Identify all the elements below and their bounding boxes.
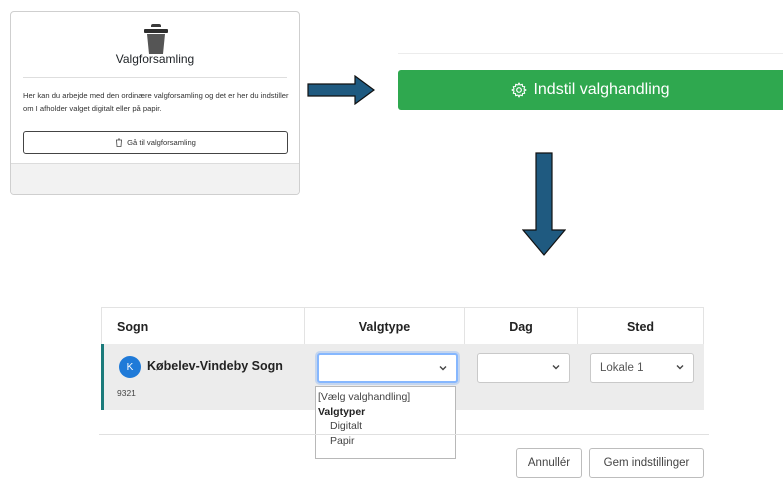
card-footer — [11, 163, 299, 194]
go-to-valgforsamling-button[interactable]: Gå til valgforsamling — [23, 131, 288, 154]
sted-select[interactable]: Lokale 1 — [590, 353, 694, 383]
indstil-valghandling-label: Indstil valghandling — [533, 81, 670, 98]
table-header: Sogn Valgtype Dag Sted — [101, 307, 704, 346]
valgforsamling-card: Valgforsamling Her kan du arbejde med de… — [10, 11, 300, 195]
column-header-valgtype: Valgtype — [305, 308, 465, 345]
go-button-label: Gå til valgforsamling — [127, 138, 196, 147]
option-placeholder[interactable]: [Vælg valghandling] — [316, 390, 455, 405]
sted-value: Lokale 1 — [600, 362, 644, 374]
cancel-button[interactable]: Annullér — [516, 448, 582, 478]
column-header-dag: Dag — [465, 308, 578, 345]
indstil-valghandling-button[interactable]: Indstil valghandling — [398, 70, 783, 110]
avatar: K — [119, 356, 141, 378]
arrow-right-icon — [307, 75, 375, 105]
valgtype-select[interactable] — [317, 353, 458, 383]
trash-icon — [144, 24, 168, 54]
parish-name: Købelev-Vindeby Sogn — [147, 359, 283, 373]
trash-icon — [116, 138, 123, 147]
chevron-down-icon — [552, 365, 560, 370]
footer-divider — [99, 434, 709, 435]
column-header-sted: Sted — [578, 308, 704, 345]
card-divider — [23, 77, 287, 78]
save-settings-button[interactable]: Gem indstillinger — [589, 448, 704, 478]
top-divider — [398, 53, 783, 54]
column-header-sogn: Sogn — [101, 308, 305, 345]
parish-number: 9321 — [117, 388, 136, 398]
option-group-valgtyper: Valgtyper — [318, 405, 366, 418]
chevron-down-icon — [439, 366, 447, 371]
option-digitalt[interactable]: Digitalt — [316, 419, 455, 434]
card-description: Her kan du arbejde med den ordinære valg… — [23, 91, 289, 113]
arrow-down-icon — [522, 152, 566, 256]
card-title: Valgforsamling — [115, 52, 195, 66]
option-papir[interactable]: Papir — [316, 434, 455, 449]
dag-select[interactable] — [477, 353, 570, 383]
valgtype-dropdown-list: [Vælg valghandling] Valgtyper Digitalt P… — [315, 386, 456, 459]
chevron-down-icon — [676, 365, 684, 370]
gear-icon — [511, 82, 528, 98]
